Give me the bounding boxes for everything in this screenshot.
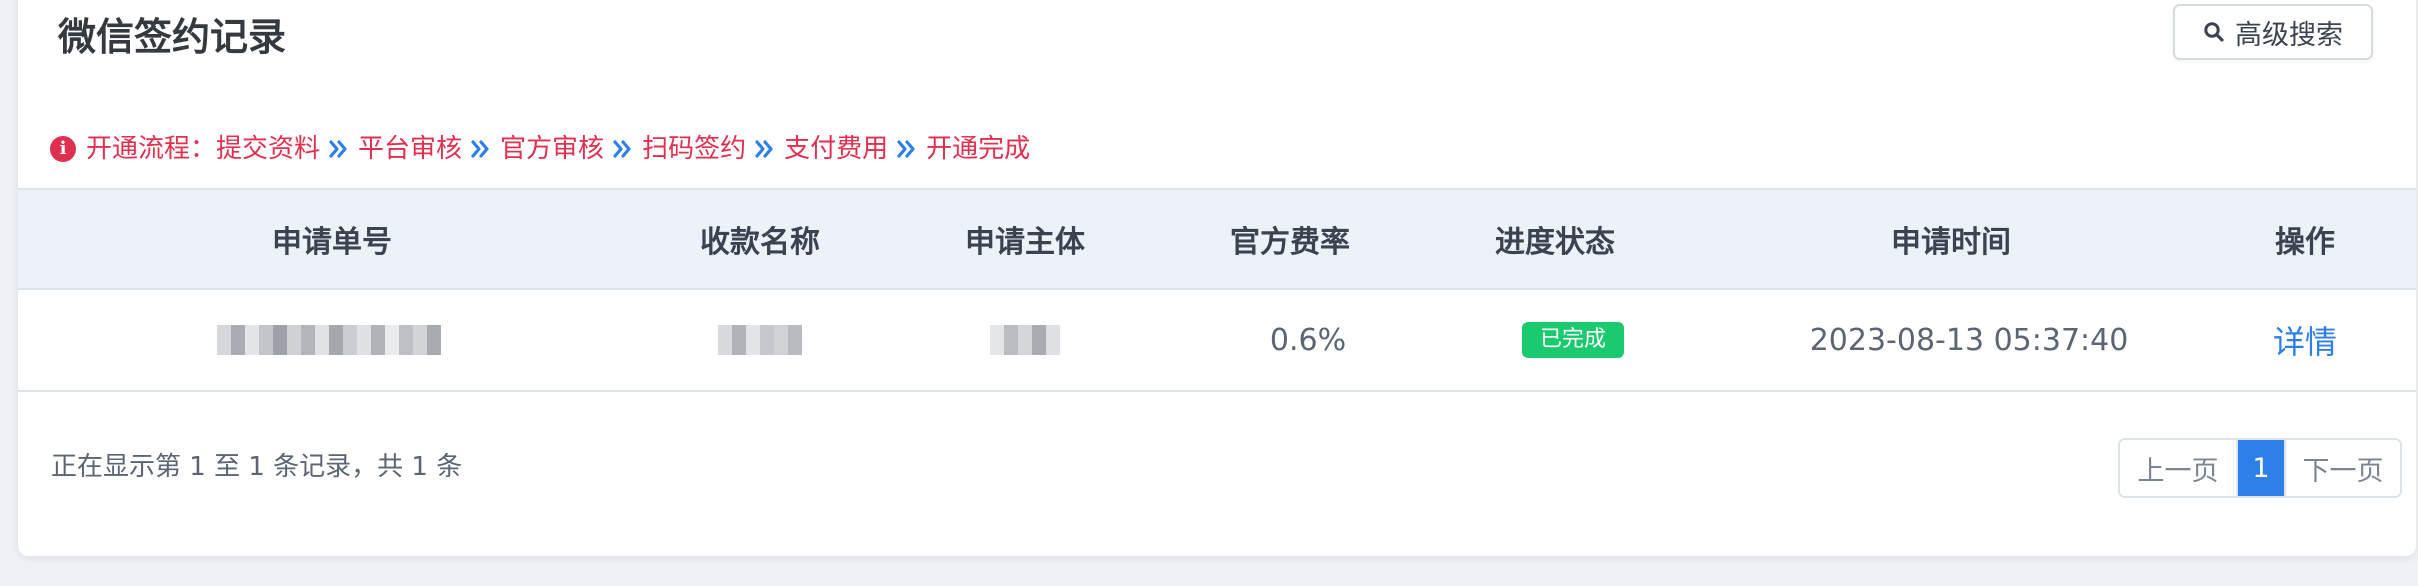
advanced-search-button[interactable]: 高级搜索 — [2173, 4, 2373, 60]
double-chevron-right-icon — [613, 139, 633, 159]
column-header: 收款名称 — [700, 225, 820, 260]
redacted-text — [217, 323, 441, 357]
column-header: 申请单号 — [272, 225, 392, 260]
flow-step: 开通完成 — [926, 134, 1031, 164]
column-header: 申请主体 — [965, 225, 1085, 260]
double-chevron-right-icon — [897, 139, 917, 159]
table-row: 0.6% 已完成 2023-08-13 05:37:40 详情 — [18, 290, 2416, 392]
status-cell: 已完成 — [1521, 290, 1625, 390]
process-flow: i 开通流程： 提交资料 平台审核 官方审核 扫码签约 支付费用 开通完成 — [50, 136, 1030, 162]
double-chevron-right-icon — [329, 139, 349, 159]
info-icon: i — [50, 136, 76, 162]
advanced-search-label: 高级搜索 — [2235, 19, 2343, 51]
page-1-button[interactable]: 1 — [2238, 440, 2284, 496]
payee-name-cell — [718, 290, 802, 390]
next-page-button[interactable]: 下一页 — [2284, 440, 2400, 496]
flow-step: 提交资料 — [216, 134, 321, 164]
records-summary: 正在显示第 1 至 1 条记录，共 1 条 — [51, 452, 463, 482]
column-header: 进度状态 — [1495, 225, 1615, 260]
detail-link[interactable]: 详情 — [2273, 317, 2337, 363]
page-title: 微信签约记录 — [58, 15, 287, 59]
flow-step: 平台审核 — [358, 134, 463, 164]
flow-step: 扫码签约 — [642, 134, 747, 164]
actions-cell: 详情 — [2273, 290, 2337, 390]
order-number-cell — [217, 290, 441, 390]
search-icon — [2203, 21, 2225, 43]
rate-cell: 0.6% — [1269, 322, 1347, 358]
pagination: 上一页 1 下一页 — [2118, 438, 2402, 498]
column-header: 操作 — [2275, 225, 2335, 260]
flow-step: 支付费用 — [784, 134, 889, 164]
column-header: 申请时间 — [1891, 225, 2011, 260]
apply-time-cell: 2023-08-13 05:37:40 — [1809, 322, 2129, 358]
column-header: 官方费率 — [1230, 225, 1350, 260]
double-chevron-right-icon — [471, 139, 491, 159]
status-badge: 已完成 — [1521, 322, 1625, 358]
applicant-cell — [990, 290, 1060, 390]
records-table: 申请单号 收款名称 申请主体 官方费率 进度状态 申请时间 操作 0.6% 已完… — [18, 188, 2416, 392]
flow-step: 官方审核 — [500, 134, 605, 164]
records-card: 微信签约记录 高级搜索 i 开通流程： 提交资料 平台审核 官方审核 扫码签约 … — [18, 0, 2416, 556]
prev-page-button[interactable]: 上一页 — [2120, 440, 2238, 496]
double-chevron-right-icon — [755, 139, 775, 159]
redacted-text — [718, 323, 802, 357]
flow-prefix: 开通流程： — [86, 134, 217, 164]
redacted-text — [990, 323, 1060, 357]
table-header: 申请单号 收款名称 申请主体 官方费率 进度状态 申请时间 操作 — [18, 188, 2416, 290]
